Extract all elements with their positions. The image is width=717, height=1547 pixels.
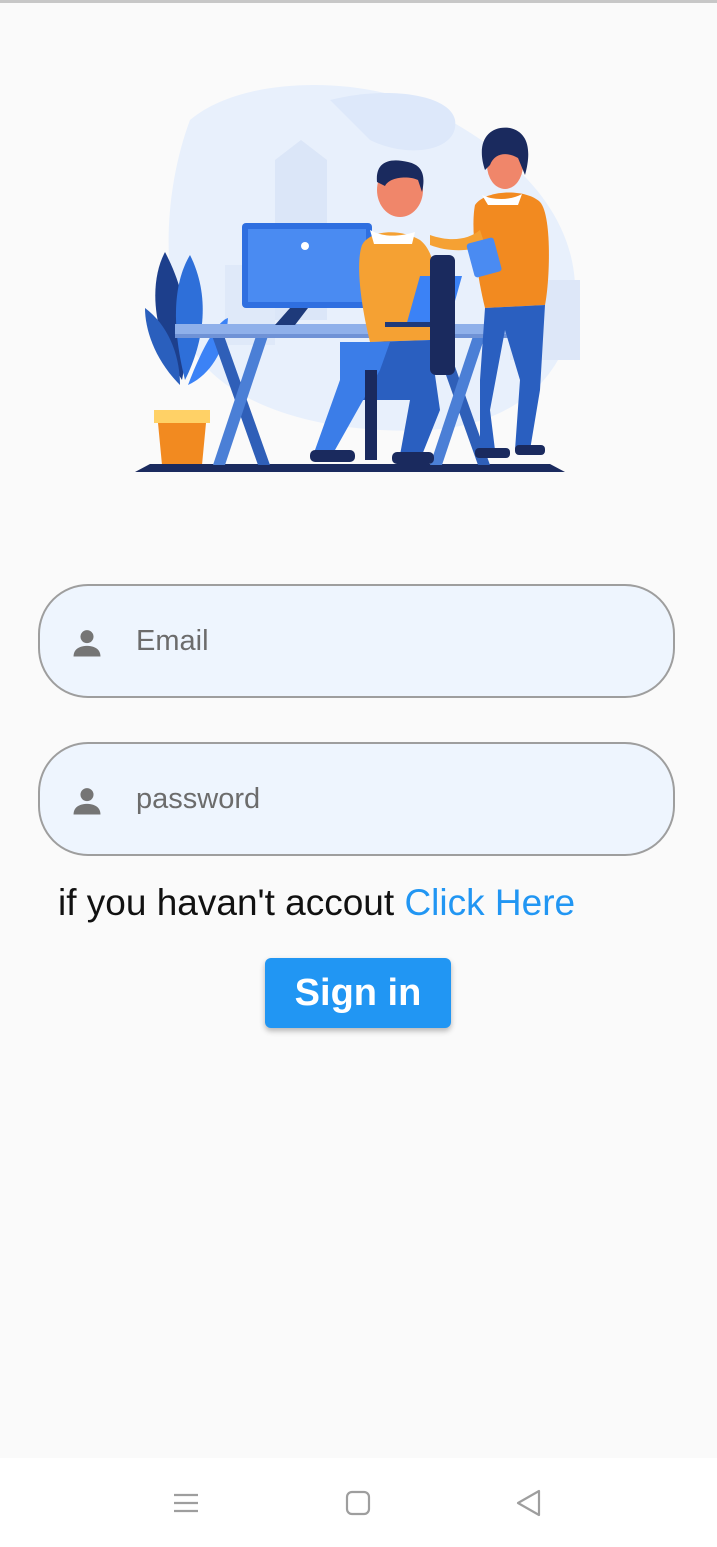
back-triangle-icon[interactable] xyxy=(509,1484,549,1524)
sign-in-button[interactable]: Sign in xyxy=(265,958,451,1028)
status-divider xyxy=(0,0,717,3)
person-icon xyxy=(73,630,101,657)
person-icon xyxy=(73,788,101,815)
menu-icon[interactable] xyxy=(166,1484,206,1524)
password-field[interactable] xyxy=(38,742,675,856)
signup-prompt-row: if you havan't accout Click Here xyxy=(58,878,575,928)
navigation-bar xyxy=(0,1458,717,1547)
home-square-icon[interactable] xyxy=(338,1484,378,1524)
signup-link[interactable]: Click Here xyxy=(404,882,575,923)
email-input[interactable] xyxy=(136,586,656,696)
signup-prompt-text: if you havan't accout xyxy=(58,882,395,923)
email-field[interactable] xyxy=(38,584,675,698)
office-illustration xyxy=(135,85,580,472)
password-input[interactable] xyxy=(136,744,656,854)
